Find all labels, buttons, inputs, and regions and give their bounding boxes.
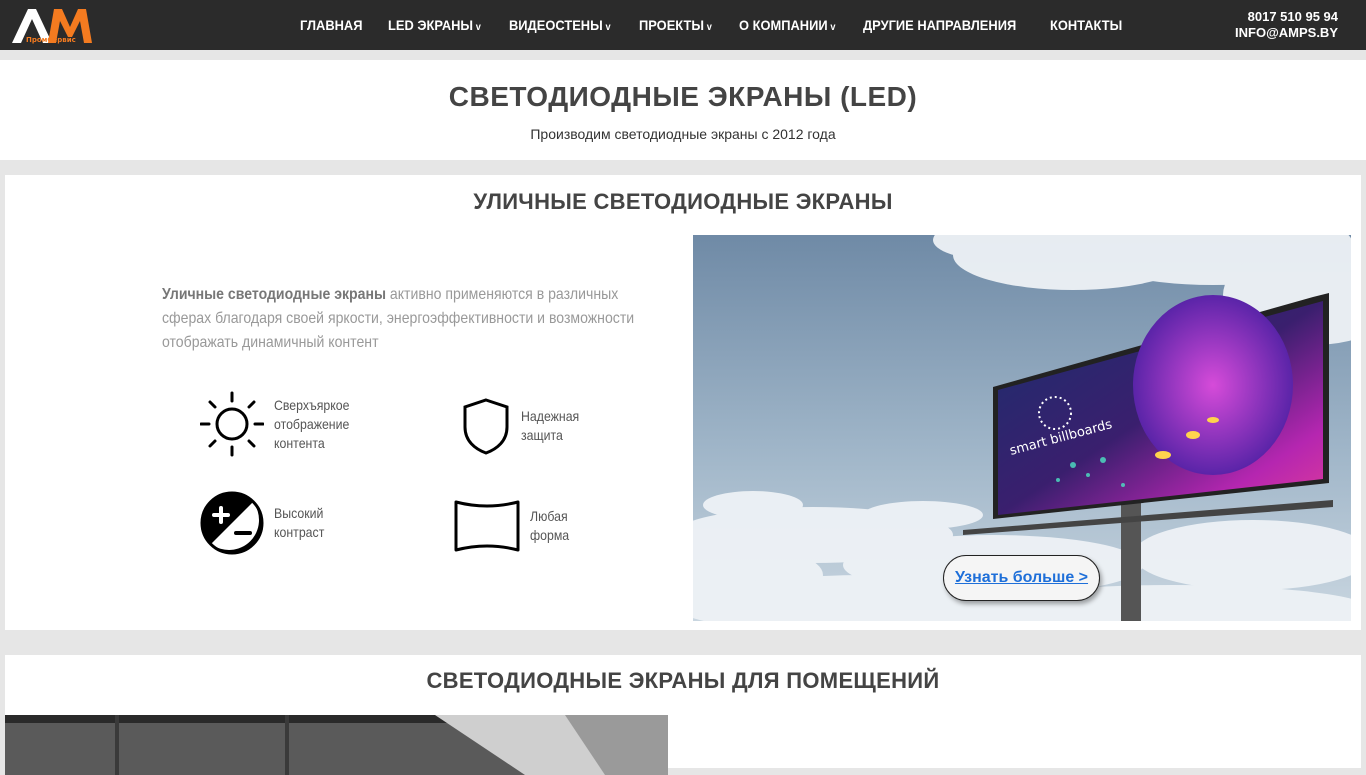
feature-label: Любая форма: [530, 508, 570, 543]
chevron-down-icon[interactable]: v: [605, 22, 610, 33]
nav-item-label: ДРУГИЕ НАПРАВЛЕНИЯ: [863, 17, 1017, 33]
outdoor-lead-bold: Уличные светодиодные экраны: [162, 286, 386, 303]
company-logo[interactable]: ПромСервис: [10, 5, 94, 45]
chevron-down-icon[interactable]: v: [830, 22, 835, 33]
logo-subtext: ПромСервис: [26, 36, 76, 44]
header-contacts: 8017 510 95 94 INFO@AMPS.BY: [1235, 9, 1338, 41]
page-subtitle: Производим светодиодные экраны с 2012 го…: [530, 126, 836, 142]
feature-protection: Надежная защита: [461, 397, 591, 455]
chevron-down-icon[interactable]: v: [707, 22, 712, 33]
feature-brightness: Сверхъяркое отображение контента: [200, 391, 374, 457]
header-phone[interactable]: 8017 510 95 94: [1235, 9, 1338, 25]
outdoor-section: УЛИЧНЫЕ СВЕТОДИОДНЫЕ ЭКРАНЫ Уличные свет…: [5, 175, 1361, 630]
nav-item[interactable]: КОНТАКТЫ: [1050, 17, 1122, 33]
nav-item[interactable]: ГЛАВНАЯ: [300, 17, 362, 33]
nav-item[interactable]: ДРУГИЕ НАПРАВЛЕНИЯ: [863, 17, 1016, 33]
outdoor-title: УЛИЧНЫЕ СВЕТОДИОДНЫЕ ЭКРАНЫ: [473, 189, 893, 214]
contrast-icon: [200, 491, 264, 555]
main-nav: ГЛАВНАЯ LED ЭКРАНЫ v ВИДЕОСТЕНЫ v ПРОЕКТЫ v О К…: [290, 0, 1138, 50]
indoor-title: СВЕТОДИОДНЫЕ ЭКРАНЫ ДЛЯ ПОМЕЩЕНИЙ: [426, 668, 940, 693]
page-title: СВЕТОДИОДНЫЕ ЭКРАНЫ (LED): [448, 81, 918, 112]
nav-item[interactable]: LED ЭКРАНЫ v: [388, 17, 481, 33]
nav-item-label: LED ЭКРАНЫ: [387, 17, 473, 33]
nav-item[interactable]: О КОМПАНИИ v: [739, 17, 835, 33]
outdoor-lead: Уличные светодиодные экраны активно прим…: [162, 283, 659, 355]
feature-shape: Любая форма: [454, 498, 620, 554]
curved-screen-icon: [454, 500, 520, 552]
indoor-section: СВЕТОДИОДНЫЕ ЭКРАНЫ ДЛЯ ПОМЕЩЕНИЙ: [5, 655, 1361, 775]
feature-label: Сверхъяркое отображение контента: [274, 396, 350, 451]
nav-item-label: О КОМПАНИИ: [738, 17, 828, 33]
nav-item-label: КОНТАКТЫ: [1049, 17, 1123, 33]
nav-item[interactable]: ВИДЕОСТЕНЫ v: [509, 17, 611, 33]
chevron-down-icon[interactable]: v: [476, 22, 481, 33]
outdoor-billboard-image: smart billboards Узнать больше >: [693, 235, 1351, 621]
nav-item-label: ВИДЕОСТЕНЫ: [508, 17, 603, 33]
nav-item[interactable]: ПРОЕКТЫ v: [639, 17, 712, 33]
shield-icon: [463, 398, 509, 455]
nav-item-label: ГЛАВНАЯ: [300, 17, 363, 33]
feature-label: Надежная защита: [521, 408, 580, 443]
header-email[interactable]: INFO@AMPS.BY: [1235, 25, 1338, 41]
hero-section: СВЕТОДИОДНЫЕ ЭКРАНЫ (LED) Производим све…: [0, 60, 1366, 160]
site-header: ПромСервис ГЛАВНАЯ LED ЭКРАНЫ v ВИДЕОСТЕНЫ v…: [0, 0, 1366, 50]
learn-more-button[interactable]: Узнать больше >: [943, 555, 1100, 601]
indoor-image: [5, 715, 668, 775]
nav-item-label: ПРОЕКТЫ: [639, 17, 705, 33]
feature-label: Высокий контраст: [274, 505, 325, 540]
sun-icon: [200, 391, 264, 457]
feature-contrast: Высокий контраст: [200, 491, 354, 555]
